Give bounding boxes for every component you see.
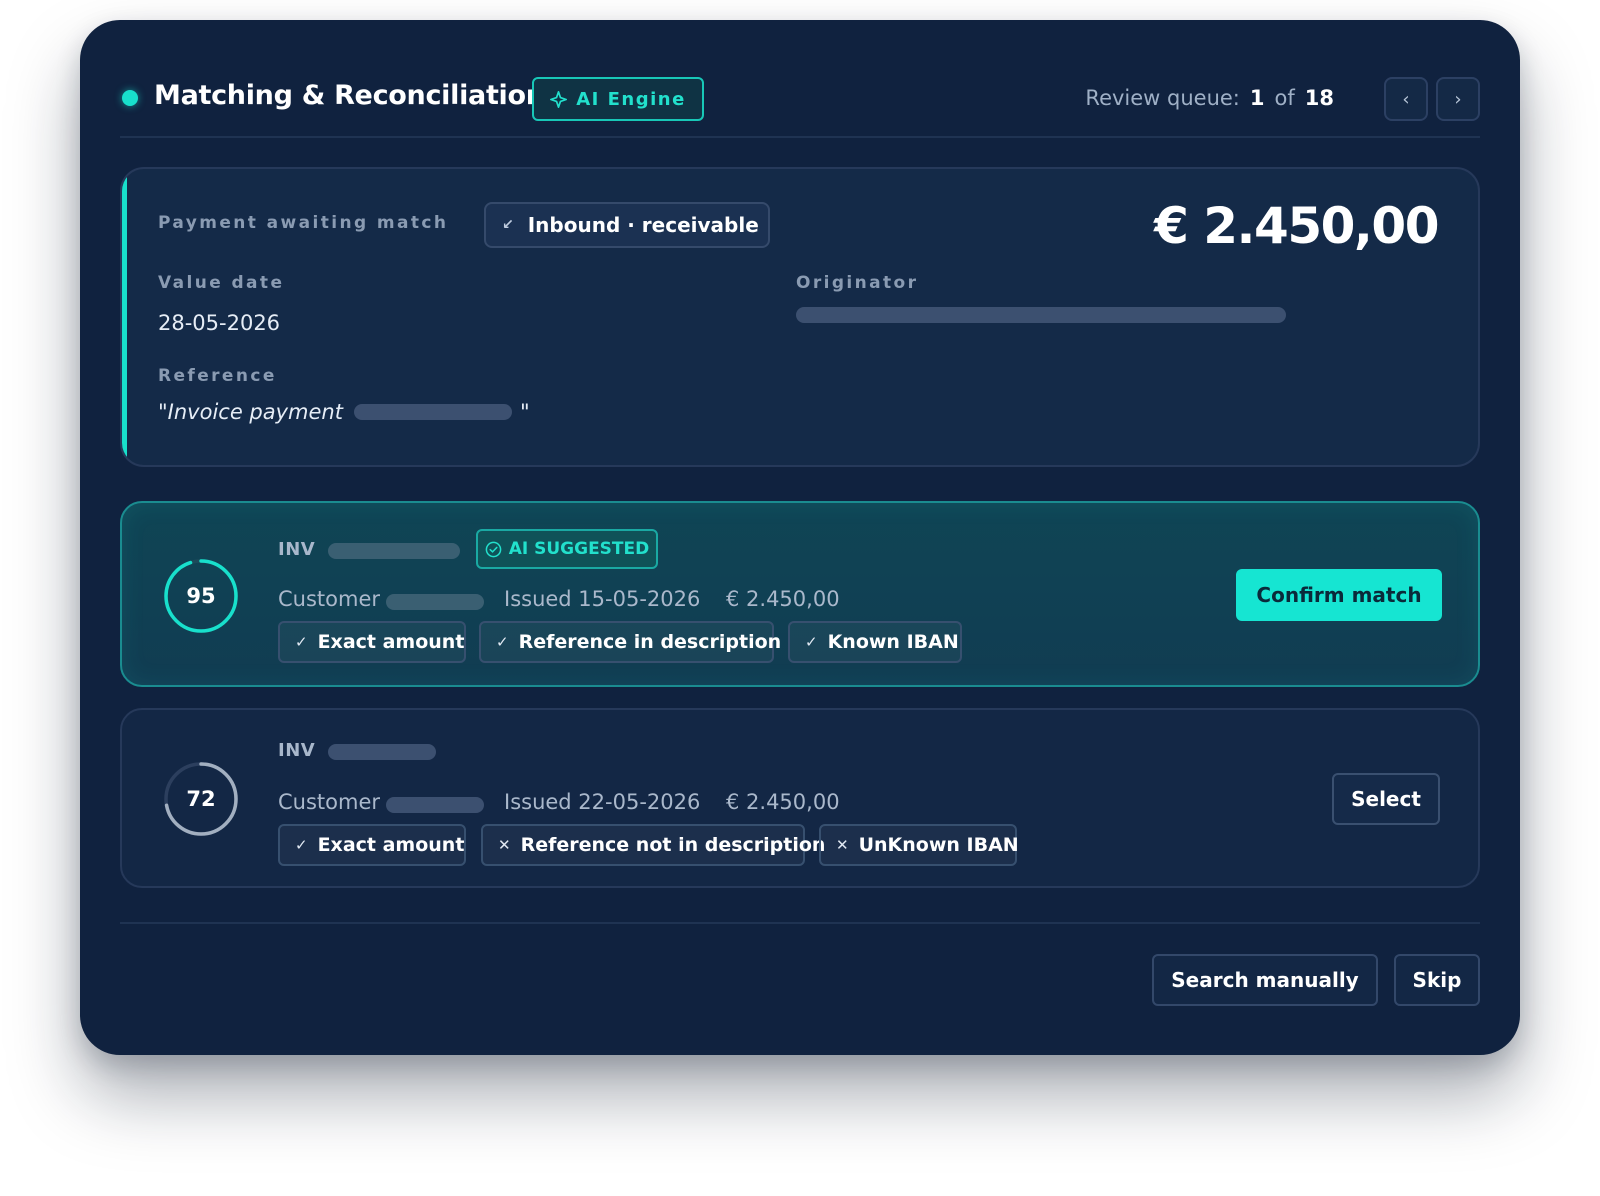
criteria-chip: ✓ Exact amount: [278, 621, 466, 663]
invoice-number-redacted: [328, 744, 436, 760]
confidence-ring: 72: [162, 760, 240, 838]
direction-badge: ↙ Inbound · receivable: [484, 202, 770, 248]
criteria-chip: ✕ Reference not in description: [481, 824, 825, 866]
reference-suffix: ": [520, 400, 530, 424]
page-title: Matching & Reconciliation: [154, 80, 545, 111]
chip-label: Exact amount: [317, 631, 465, 653]
sparkle-icon: [550, 90, 568, 108]
ai-engine-badge: AI Engine: [532, 77, 704, 121]
check-circle-icon: [485, 541, 502, 557]
x-icon: ✕: [836, 836, 849, 854]
payment-card: Payment awaiting match ↙ Inbound · recei…: [120, 167, 1480, 467]
check-icon: ✓: [295, 633, 308, 651]
invoice-prefix: INV: [278, 539, 316, 560]
customer-label: Customer: [278, 587, 381, 611]
chip-label: Reference not in description: [520, 834, 826, 856]
status-dot-icon: [122, 90, 138, 106]
chip-label: UnKnown IBAN: [858, 834, 1019, 856]
queue-total: 18: [1304, 86, 1334, 110]
chip-label: Known IBAN: [827, 631, 959, 653]
review-queue: Review queue: 1 of 18: [1085, 86, 1344, 110]
direction-label: Inbound · receivable: [527, 213, 759, 237]
match-card-candidate[interactable]: 72 INV Customer Issued 22-05-2026 € 2.45…: [120, 708, 1480, 888]
originator-label: Originator: [796, 273, 919, 293]
value-date: 28-05-2026: [158, 311, 281, 335]
reference-prefix: "Invoice payment: [158, 400, 343, 424]
reference-label: Reference: [158, 366, 277, 386]
search-manually-button[interactable]: Search manually: [1152, 954, 1378, 1006]
queue-label: Review queue:: [1085, 86, 1240, 110]
match-amount: € 2.450,00: [726, 790, 840, 814]
skip-button[interactable]: Skip: [1394, 954, 1480, 1006]
footer-divider: [120, 922, 1480, 924]
previous-button[interactable]: ‹: [1384, 77, 1428, 121]
match-amount: € 2.450,00: [726, 587, 840, 611]
reconciliation-window: Matching & Reconciliation AI Engine Revi…: [80, 20, 1520, 1055]
confidence-score: 72: [186, 787, 216, 811]
confidence-ring: 95: [162, 557, 240, 635]
confidence-score: 95: [186, 584, 216, 608]
originator-redacted: [796, 307, 1286, 323]
confirm-match-button[interactable]: Confirm match: [1236, 569, 1442, 621]
issued-date: Issued 22-05-2026: [504, 790, 701, 814]
check-icon: ✓: [805, 633, 818, 651]
reference-redacted: [354, 404, 512, 420]
value-date-label: Value date: [158, 273, 285, 293]
match-card-suggested[interactable]: 95 INV AI SUGGESTED Customer Issued 15-0…: [120, 501, 1480, 687]
ai-engine-label: AI Engine: [576, 88, 686, 110]
criteria-chip: ✓ Exact amount: [278, 824, 466, 866]
customer-redacted: [386, 797, 484, 813]
invoice-number-redacted: [328, 543, 460, 559]
chip-label: Reference in description: [518, 631, 782, 653]
criteria-chip: ✓ Reference in description: [479, 621, 781, 663]
payment-section-label: Payment awaiting match: [158, 213, 449, 233]
ai-suggested-label: AI SUGGESTED: [508, 539, 650, 559]
arrow-down-left-icon: ↙: [502, 217, 514, 233]
queue-current: 1: [1249, 86, 1265, 110]
next-button[interactable]: ›: [1436, 77, 1480, 121]
select-button[interactable]: Select: [1332, 773, 1440, 825]
chevron-right-icon: ›: [1454, 88, 1462, 110]
customer-redacted: [386, 594, 484, 610]
check-icon: ✓: [295, 836, 308, 854]
criteria-chip: ✕ UnKnown IBAN: [819, 824, 1019, 866]
payment-amount: € 2.450,00: [1154, 197, 1439, 255]
chip-label: Exact amount: [317, 834, 465, 856]
chevron-left-icon: ‹: [1402, 88, 1410, 110]
check-icon: ✓: [496, 633, 509, 651]
header: Matching & Reconciliation AI Engine Revi…: [120, 56, 1480, 138]
ai-suggested-badge: AI SUGGESTED: [476, 529, 658, 569]
queue-of: of: [1274, 86, 1295, 110]
criteria-chip: ✓ Known IBAN: [788, 621, 962, 663]
x-icon: ✕: [498, 836, 511, 854]
invoice-prefix: INV: [278, 740, 316, 761]
customer-label: Customer: [278, 790, 381, 814]
issued-date: Issued 15-05-2026: [504, 587, 701, 611]
